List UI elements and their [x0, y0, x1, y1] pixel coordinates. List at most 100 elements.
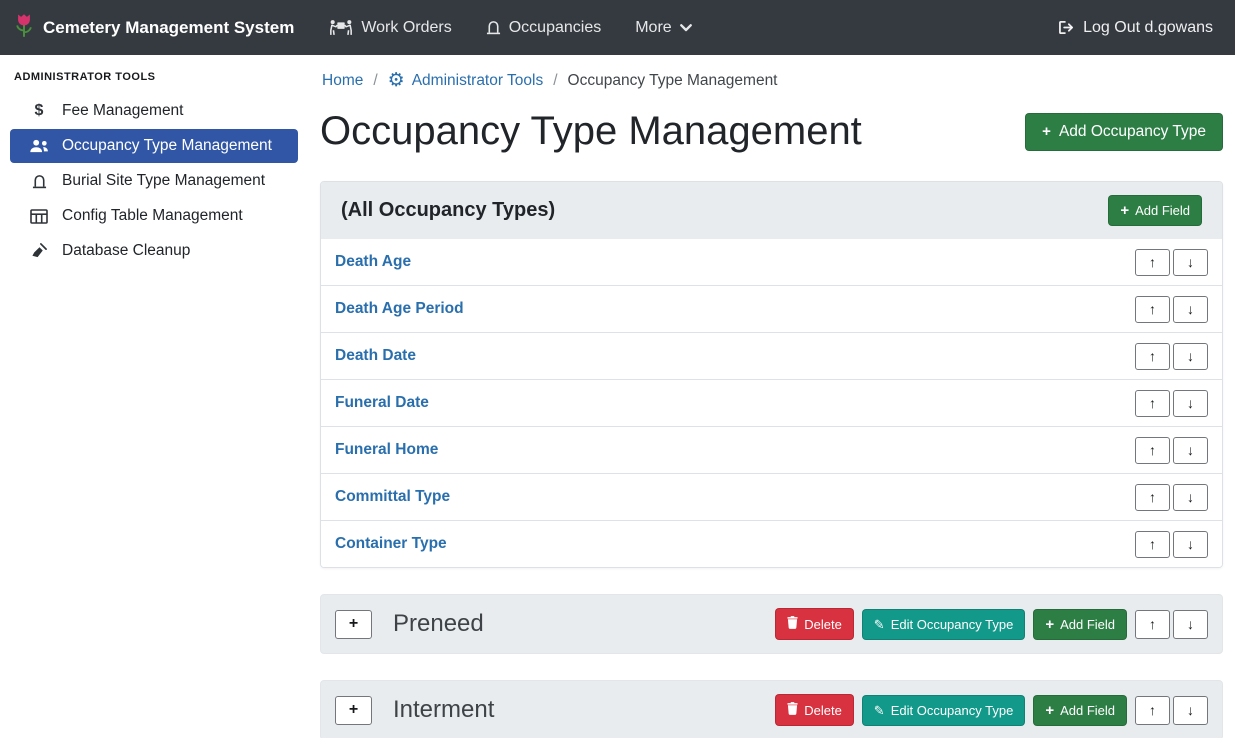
sidebar-item-label: Occupancy Type Management [62, 137, 272, 155]
section-actions: Delete ✎ Edit Occupancy Type + Add Field… [775, 694, 1208, 726]
chevron-down-icon [680, 24, 692, 32]
sidebar-item-database-cleanup[interactable]: Database Cleanup [10, 234, 298, 268]
field-link[interactable]: Funeral Home [335, 441, 438, 459]
expand-section-button[interactable]: + [335, 696, 372, 725]
breadcrumb-current: Occupancy Type Management [568, 72, 778, 90]
plus-icon: + [1045, 703, 1054, 718]
nav-more-label: More [635, 19, 671, 37]
arrow-down-icon: ↓ [1187, 702, 1194, 718]
delete-button[interactable]: Delete [775, 608, 854, 640]
arrow-down-icon: ↓ [1187, 489, 1194, 505]
reorder-controls: ↑ ↓ [1135, 249, 1208, 276]
reorder-controls: ↑ ↓ [1135, 296, 1208, 323]
breadcrumb-admin-tools-label: Administrator Tools [412, 72, 544, 90]
nav-more[interactable]: More [618, 19, 708, 37]
add-field-button[interactable]: + Add Field [1033, 609, 1127, 640]
plus-icon: + [1042, 124, 1051, 139]
sidebar-item-label: Burial Site Type Management [62, 172, 265, 190]
expand-section-button[interactable]: + [335, 610, 372, 639]
arrow-up-icon: ↑ [1149, 301, 1156, 317]
add-field-button[interactable]: + Add Field [1108, 195, 1202, 226]
move-down-button[interactable]: ↓ [1173, 343, 1208, 370]
breadcrumb-separator: / [553, 72, 557, 90]
sidebar-item-burial-site-type-management[interactable]: Burial Site Type Management [10, 164, 298, 198]
breadcrumb-home-link[interactable]: Home [322, 72, 363, 90]
field-link[interactable]: Death Age Period [335, 300, 464, 318]
add-field-button[interactable]: + Add Field [1033, 695, 1127, 726]
pencil-icon: ✎ [874, 704, 885, 717]
field-row: Death Date ↑ ↓ [321, 333, 1222, 380]
move-up-button[interactable]: ↑ [1135, 484, 1170, 511]
logout-link[interactable]: Log Out d.gowans [1058, 19, 1213, 37]
add-occupancy-type-button[interactable]: + Add Occupancy Type [1025, 113, 1223, 151]
reorder-controls: ↑ ↓ [1135, 343, 1208, 370]
add-field-label: Add Field [1060, 617, 1115, 632]
delete-button[interactable]: Delete [775, 694, 854, 726]
app-title: Cemetery Management System [43, 18, 294, 38]
move-down-button[interactable]: ↓ [1173, 531, 1208, 558]
field-link[interactable]: Container Type [335, 535, 447, 553]
all-occupancy-types-card: (All Occupancy Types) + Add Field Death … [320, 181, 1223, 568]
arrow-down-icon: ↓ [1187, 616, 1194, 632]
sidebar-item-occupancy-type-management[interactable]: Occupancy Type Management [10, 129, 298, 163]
add-field-label: Add Field [1135, 203, 1190, 218]
move-down-button[interactable]: ↓ [1173, 610, 1208, 639]
move-down-button[interactable]: ↓ [1173, 390, 1208, 417]
arrow-down-icon: ↓ [1187, 395, 1194, 411]
edit-occupancy-type-button[interactable]: ✎ Edit Occupancy Type [862, 695, 1026, 726]
sidebar-heading: ADMINISTRATOR TOOLS [0, 57, 308, 93]
field-link[interactable]: Death Date [335, 347, 416, 365]
reorder-controls: ↑ ↓ [1135, 531, 1208, 558]
arrow-down-icon: ↓ [1187, 301, 1194, 317]
move-up-button[interactable]: ↑ [1135, 343, 1170, 370]
broom-icon [28, 243, 50, 259]
field-link[interactable]: Death Age [335, 253, 411, 271]
nav-work-orders-label: Work Orders [361, 19, 451, 37]
move-down-button[interactable]: ↓ [1173, 484, 1208, 511]
page-title-row: Occupancy Type Management + Add Occupanc… [320, 108, 1223, 155]
move-down-button[interactable]: ↓ [1173, 696, 1208, 725]
occupancy-type-section-interment: + Interment Delete ✎ Edit Occupancy T [320, 680, 1223, 738]
delete-label: Delete [804, 617, 842, 632]
sidebar-item-config-table-management[interactable]: Config Table Management [10, 199, 298, 233]
main-content: Home / ⚙ Administrator Tools / Occupancy… [308, 55, 1235, 738]
move-down-button[interactable]: ↓ [1173, 296, 1208, 323]
nav-occupancies[interactable]: Occupancies [469, 19, 619, 37]
arrow-up-icon: ↑ [1149, 616, 1156, 632]
move-up-button[interactable]: ↑ [1135, 696, 1170, 725]
nav-work-orders[interactable]: Work Orders [312, 19, 468, 37]
field-link[interactable]: Committal Type [335, 488, 450, 506]
move-up-button[interactable]: ↑ [1135, 249, 1170, 276]
gear-icon: ⚙ [388, 71, 405, 90]
reorder-controls: ↑ ↓ [1135, 437, 1208, 464]
field-row: Container Type ↑ ↓ [321, 521, 1222, 567]
expand-icon: + [349, 615, 358, 633]
flower-logo-icon [14, 12, 34, 43]
edit-occupancy-type-button[interactable]: ✎ Edit Occupancy Type [862, 609, 1026, 640]
nav-occupancies-label: Occupancies [509, 19, 602, 37]
move-up-button[interactable]: ↑ [1135, 296, 1170, 323]
edit-occupancy-type-label: Edit Occupancy Type [891, 703, 1014, 718]
move-up-button[interactable]: ↑ [1135, 610, 1170, 639]
admin-tools-sidebar: ADMINISTRATOR TOOLS $ Fee Management Occ… [0, 55, 308, 738]
move-down-button[interactable]: ↓ [1173, 437, 1208, 464]
move-up-button[interactable]: ↑ [1135, 531, 1170, 558]
arrow-up-icon: ↑ [1149, 348, 1156, 364]
move-down-button[interactable]: ↓ [1173, 249, 1208, 276]
move-up-button[interactable]: ↑ [1135, 437, 1170, 464]
logout-label: Log Out d.gowans [1083, 19, 1213, 37]
move-up-button[interactable]: ↑ [1135, 390, 1170, 417]
field-link[interactable]: Funeral Date [335, 394, 429, 412]
sidebar-item-fee-management[interactable]: $ Fee Management [10, 94, 298, 128]
monument-icon [486, 20, 501, 35]
reorder-controls: ↑ ↓ [1135, 696, 1208, 725]
reorder-controls: ↑ ↓ [1135, 610, 1208, 639]
sidebar-item-label: Config Table Management [62, 207, 243, 225]
field-row: Funeral Date ↑ ↓ [321, 380, 1222, 427]
app-brand[interactable]: Cemetery Management System [14, 12, 294, 43]
add-occupancy-type-label: Add Occupancy Type [1059, 123, 1206, 141]
breadcrumb-admin-tools-link[interactable]: ⚙ Administrator Tools [388, 71, 544, 90]
trash-icon [787, 616, 798, 632]
sidebar-item-label: Database Cleanup [62, 242, 190, 260]
page-title: Occupancy Type Management [320, 108, 862, 155]
